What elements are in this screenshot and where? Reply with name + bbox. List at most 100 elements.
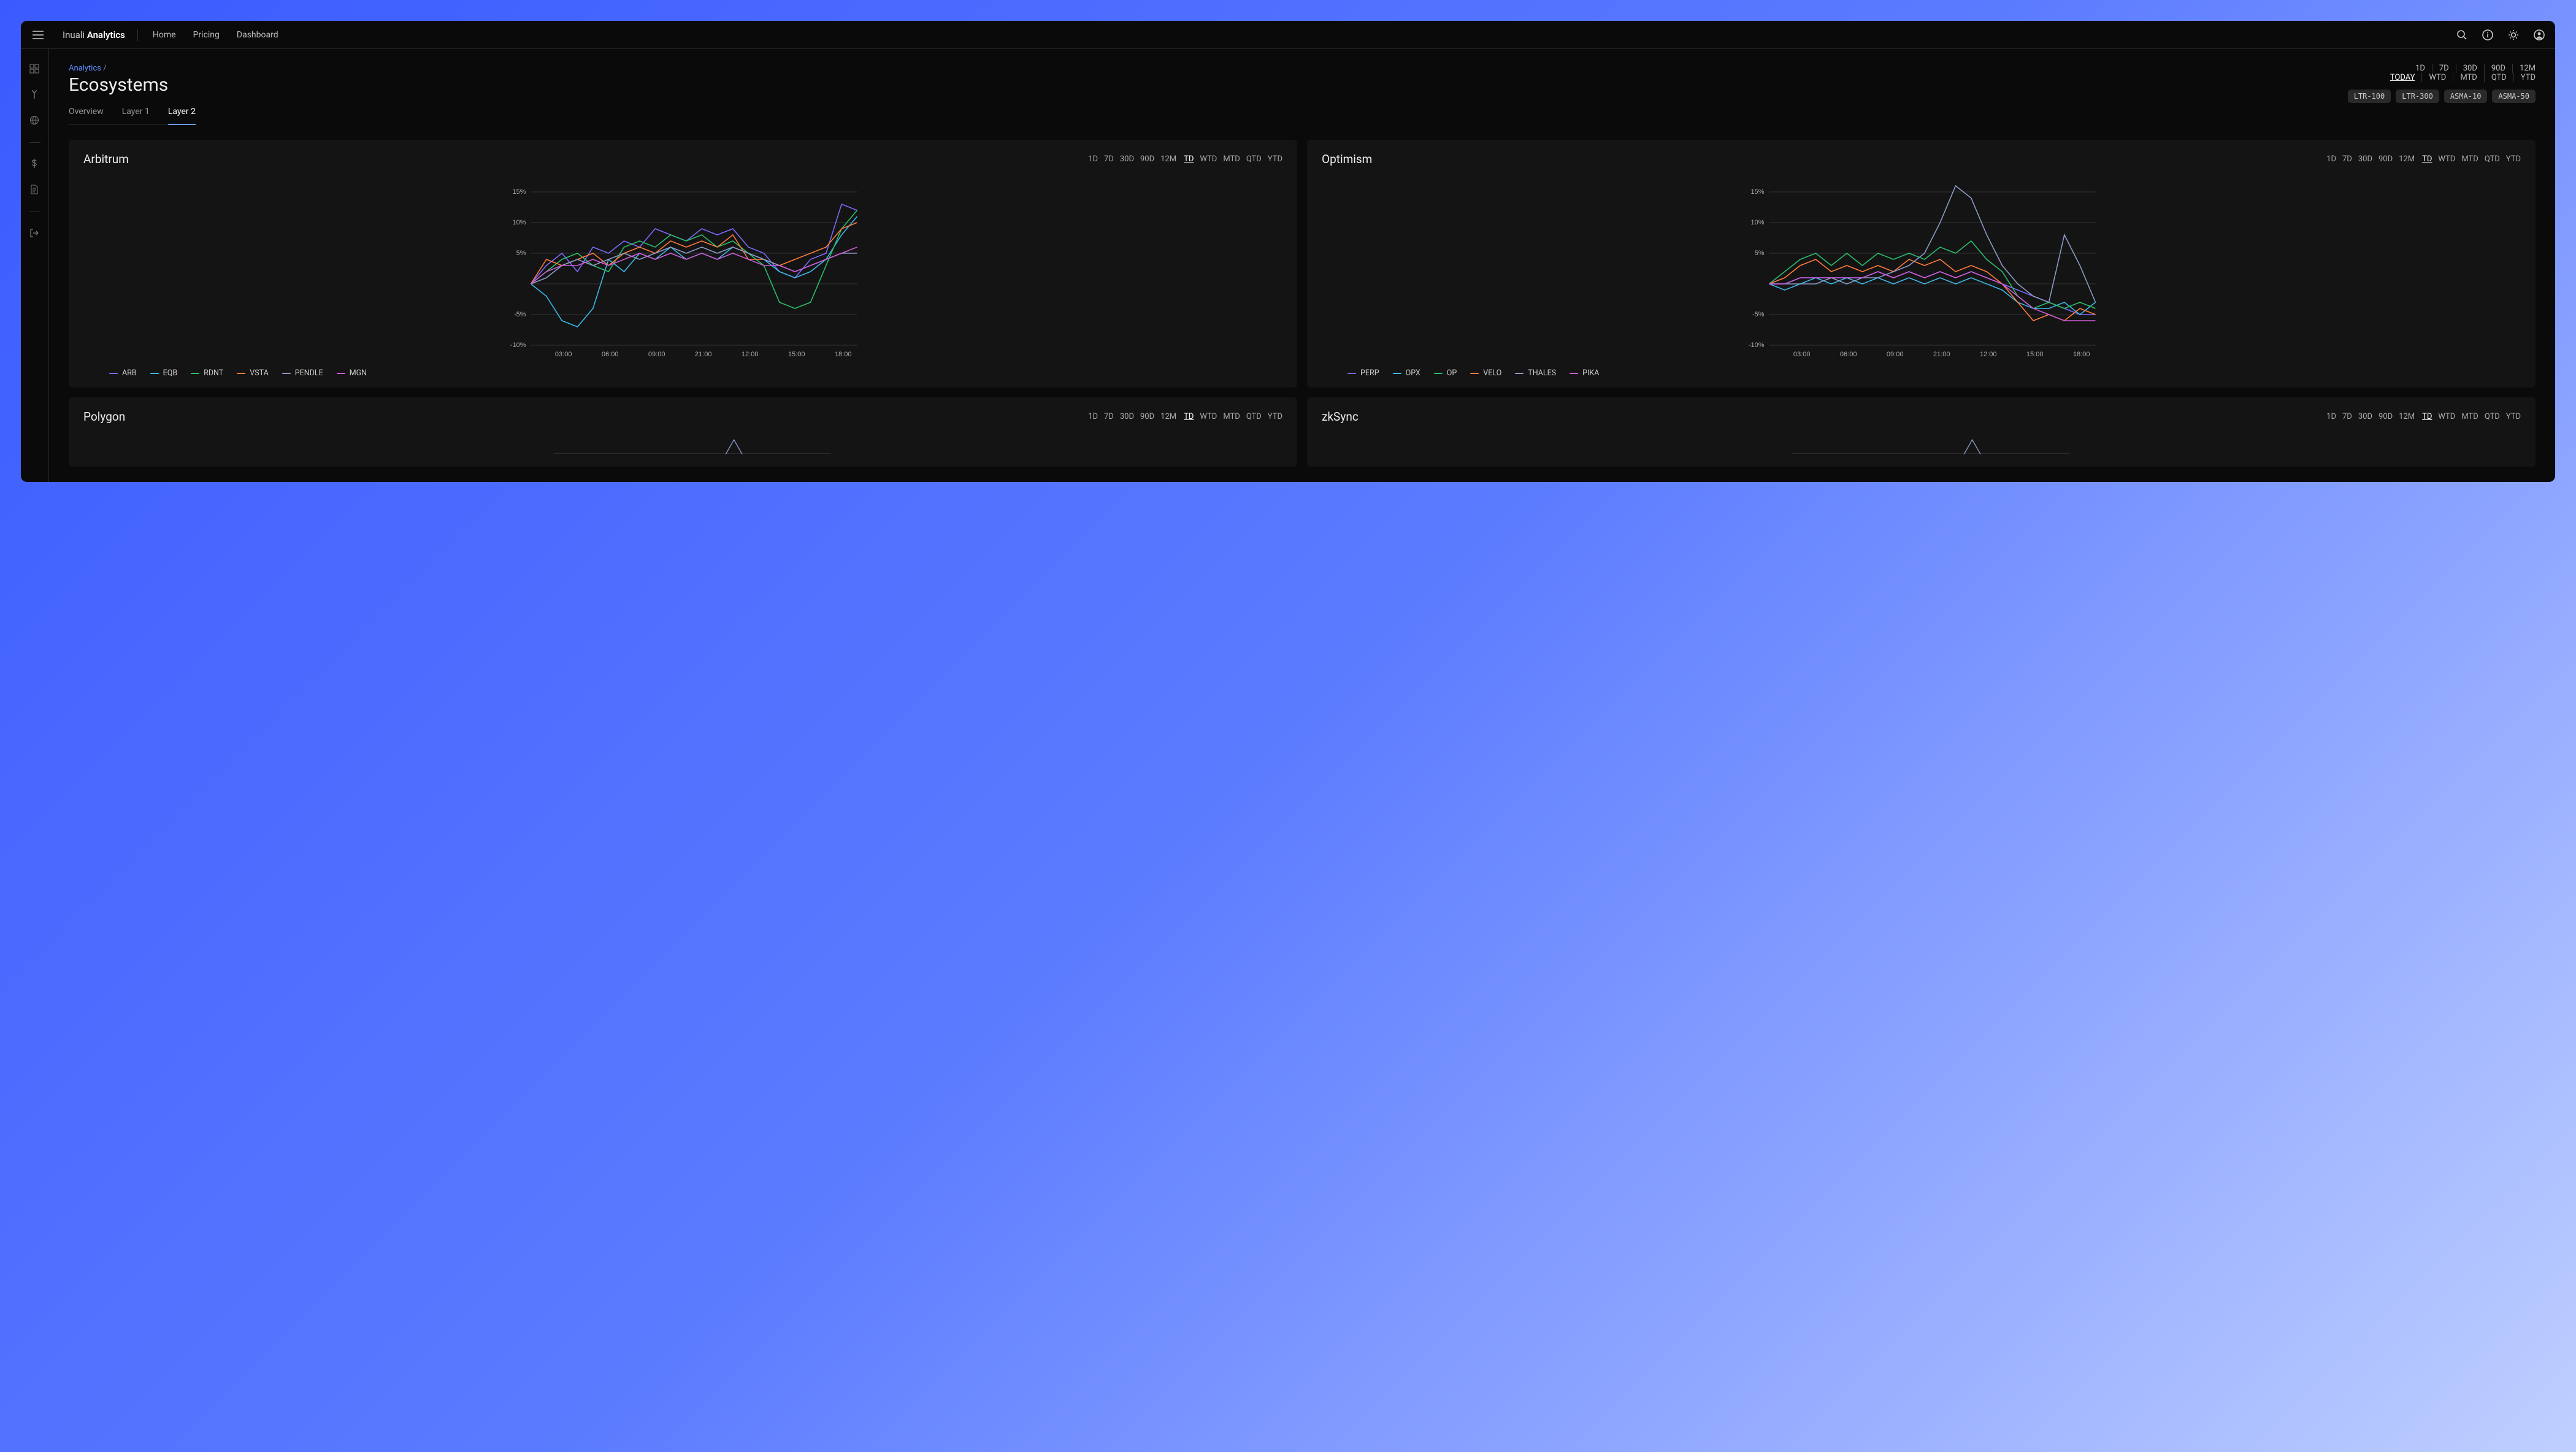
range-7d[interactable]: 7D <box>2432 64 2456 73</box>
menu-icon[interactable] <box>31 28 45 42</box>
legend-item-opx[interactable]: OPX <box>1393 369 1420 378</box>
card-range-1d[interactable]: 1D <box>2326 155 2336 164</box>
svg-text:12:00: 12:00 <box>742 351 759 358</box>
brand: Inuali Analytics <box>63 29 125 40</box>
card-range-1d[interactable]: 1D <box>2326 412 2336 421</box>
card-range-30d[interactable]: 30D <box>1120 155 1134 164</box>
card-range-7d[interactable]: 7D <box>1104 412 1114 421</box>
card-range-mtd[interactable]: MTD <box>1223 155 1240 164</box>
svg-text:-5%: -5% <box>1752 311 1765 318</box>
card-range-7d[interactable]: 7D <box>2342 412 2352 421</box>
legend-item-rdnt[interactable]: RDNT <box>191 369 223 378</box>
tab-layer-1[interactable]: Layer 1 <box>122 107 150 124</box>
legend-item-arb[interactable]: ARB <box>109 369 137 378</box>
card-range-ytd[interactable]: YTD <box>2506 155 2521 164</box>
tab-overview[interactable]: Overview <box>69 107 104 124</box>
svg-text:-10%: -10% <box>510 342 526 349</box>
card-title: zkSync <box>1322 410 1359 424</box>
globe-icon[interactable] <box>29 115 40 126</box>
card-range-12m[interactable]: 12M <box>2399 412 2415 421</box>
account-icon[interactable] <box>2533 29 2545 41</box>
nav-dashboard[interactable]: Dashboard <box>237 30 278 40</box>
card-range-7d[interactable]: 7D <box>2342 155 2352 164</box>
chart <box>1322 434 2521 454</box>
legend-item-pendle[interactable]: PENDLE <box>282 369 323 378</box>
range-30d[interactable]: 30D <box>2456 64 2485 73</box>
legend-label: OPX <box>1406 369 1420 378</box>
chip-ltr-100[interactable]: LTR-100 <box>2348 90 2391 103</box>
card-range-1d[interactable]: 1D <box>1088 155 1098 164</box>
card-range-qtd[interactable]: QTD <box>2485 155 2500 164</box>
range-12m[interactable]: 12M <box>2513 64 2536 73</box>
card-range-td[interactable]: TD <box>1184 412 1194 421</box>
theme-icon[interactable] <box>2507 29 2520 41</box>
tab-layer-2[interactable]: Layer 2 <box>168 107 196 125</box>
card-range-12m[interactable]: 12M <box>1160 155 1176 164</box>
range-1d[interactable]: 1D <box>2409 64 2432 73</box>
body: Analytics / Ecosystems Overview Layer 1 … <box>21 49 2555 482</box>
card-range-td[interactable]: TD <box>2422 412 2432 421</box>
svg-text:21:00: 21:00 <box>1933 351 1950 358</box>
card-range-ytd[interactable]: YTD <box>1268 412 1282 421</box>
card-range-1d[interactable]: 1D <box>1088 412 1098 421</box>
card-title: Optimism <box>1322 152 1372 166</box>
svg-text:03:00: 03:00 <box>555 351 572 358</box>
nav-pricing[interactable]: Pricing <box>193 30 220 40</box>
card-range-qtd[interactable]: QTD <box>2485 412 2500 421</box>
card-range-td[interactable]: TD <box>1184 155 1194 164</box>
range-ytd[interactable]: YTD <box>2514 73 2536 82</box>
card-range-wtd[interactable]: WTD <box>1200 412 1217 421</box>
card-range-wtd[interactable]: WTD <box>2438 412 2455 421</box>
series-thales <box>1769 186 2096 302</box>
legend-item-vsta[interactable]: VSTA <box>237 369 269 378</box>
card-range-qtd[interactable]: QTD <box>1246 155 1262 164</box>
growth-icon[interactable] <box>29 90 40 101</box>
legend-item-pika[interactable]: PIKA <box>1570 369 1599 378</box>
breadcrumb-link[interactable]: Analytics <box>69 64 101 73</box>
search-icon[interactable] <box>2456 29 2468 41</box>
legend-item-velo[interactable]: VELO <box>1470 369 1501 378</box>
document-icon[interactable] <box>29 185 40 196</box>
card-range-90d[interactable]: 90D <box>2379 155 2393 164</box>
card-range-30d[interactable]: 30D <box>1120 412 1134 421</box>
nav-home[interactable]: Home <box>153 30 176 40</box>
card-range-30d[interactable]: 30D <box>2358 412 2372 421</box>
card-range-wtd[interactable]: WTD <box>2438 155 2455 164</box>
card-range-qtd[interactable]: QTD <box>1246 412 1262 421</box>
card-range-90d[interactable]: 90D <box>1140 412 1154 421</box>
chip-asma-10[interactable]: ASMA-10 <box>2444 90 2488 103</box>
dollar-icon[interactable] <box>29 159 40 170</box>
card-range-7d[interactable]: 7D <box>1104 155 1114 164</box>
legend-item-mgn[interactable]: MGN <box>337 369 367 378</box>
legend-item-thales[interactable]: THALES <box>1515 369 1556 378</box>
legend-item-perp[interactable]: PERP <box>1347 369 1379 378</box>
svg-text:21:00: 21:00 <box>695 351 712 358</box>
card-range-12m[interactable]: 12M <box>2399 155 2415 164</box>
range-mtd[interactable]: MTD <box>2453 73 2484 82</box>
card-range-90d[interactable]: 90D <box>2379 412 2393 421</box>
info-icon[interactable] <box>2482 29 2494 41</box>
card-range-ytd[interactable]: YTD <box>1268 155 1282 164</box>
card-range-90d[interactable]: 90D <box>1140 155 1154 164</box>
range-90d[interactable]: 90D <box>2485 64 2513 73</box>
logout-icon[interactable] <box>29 228 40 239</box>
legend-item-op[interactable]: OP <box>1434 369 1457 378</box>
page-title: Ecosystems <box>69 74 196 96</box>
range-today[interactable]: TODAY <box>2383 73 2423 82</box>
card-range-td[interactable]: TD <box>2422 155 2432 164</box>
card-range-mtd[interactable]: MTD <box>2461 412 2478 421</box>
range-wtd[interactable]: WTD <box>2422 73 2453 82</box>
card-range-30d[interactable]: 30D <box>2358 155 2372 164</box>
card-range-ytd[interactable]: YTD <box>2506 412 2521 421</box>
range-qtd[interactable]: QTD <box>2485 73 2514 82</box>
chip-asma-50[interactable]: ASMA-50 <box>2492 90 2536 103</box>
dashboard-icon[interactable] <box>29 64 40 75</box>
card-range-mtd[interactable]: MTD <box>2461 155 2478 164</box>
card-range-12m[interactable]: 12M <box>1160 412 1176 421</box>
chip-ltr-300[interactable]: LTR-300 <box>2396 90 2439 103</box>
legend-label: OP <box>1447 369 1457 378</box>
legend-item-eqb[interactable]: EQB <box>150 369 178 378</box>
card-range-wtd[interactable]: WTD <box>1200 155 1217 164</box>
global-ranges: 1D 7D 30D 90D 12M TODAY WTD MTD QTD YTD <box>2348 64 2536 103</box>
card-range-mtd[interactable]: MTD <box>1223 412 1240 421</box>
